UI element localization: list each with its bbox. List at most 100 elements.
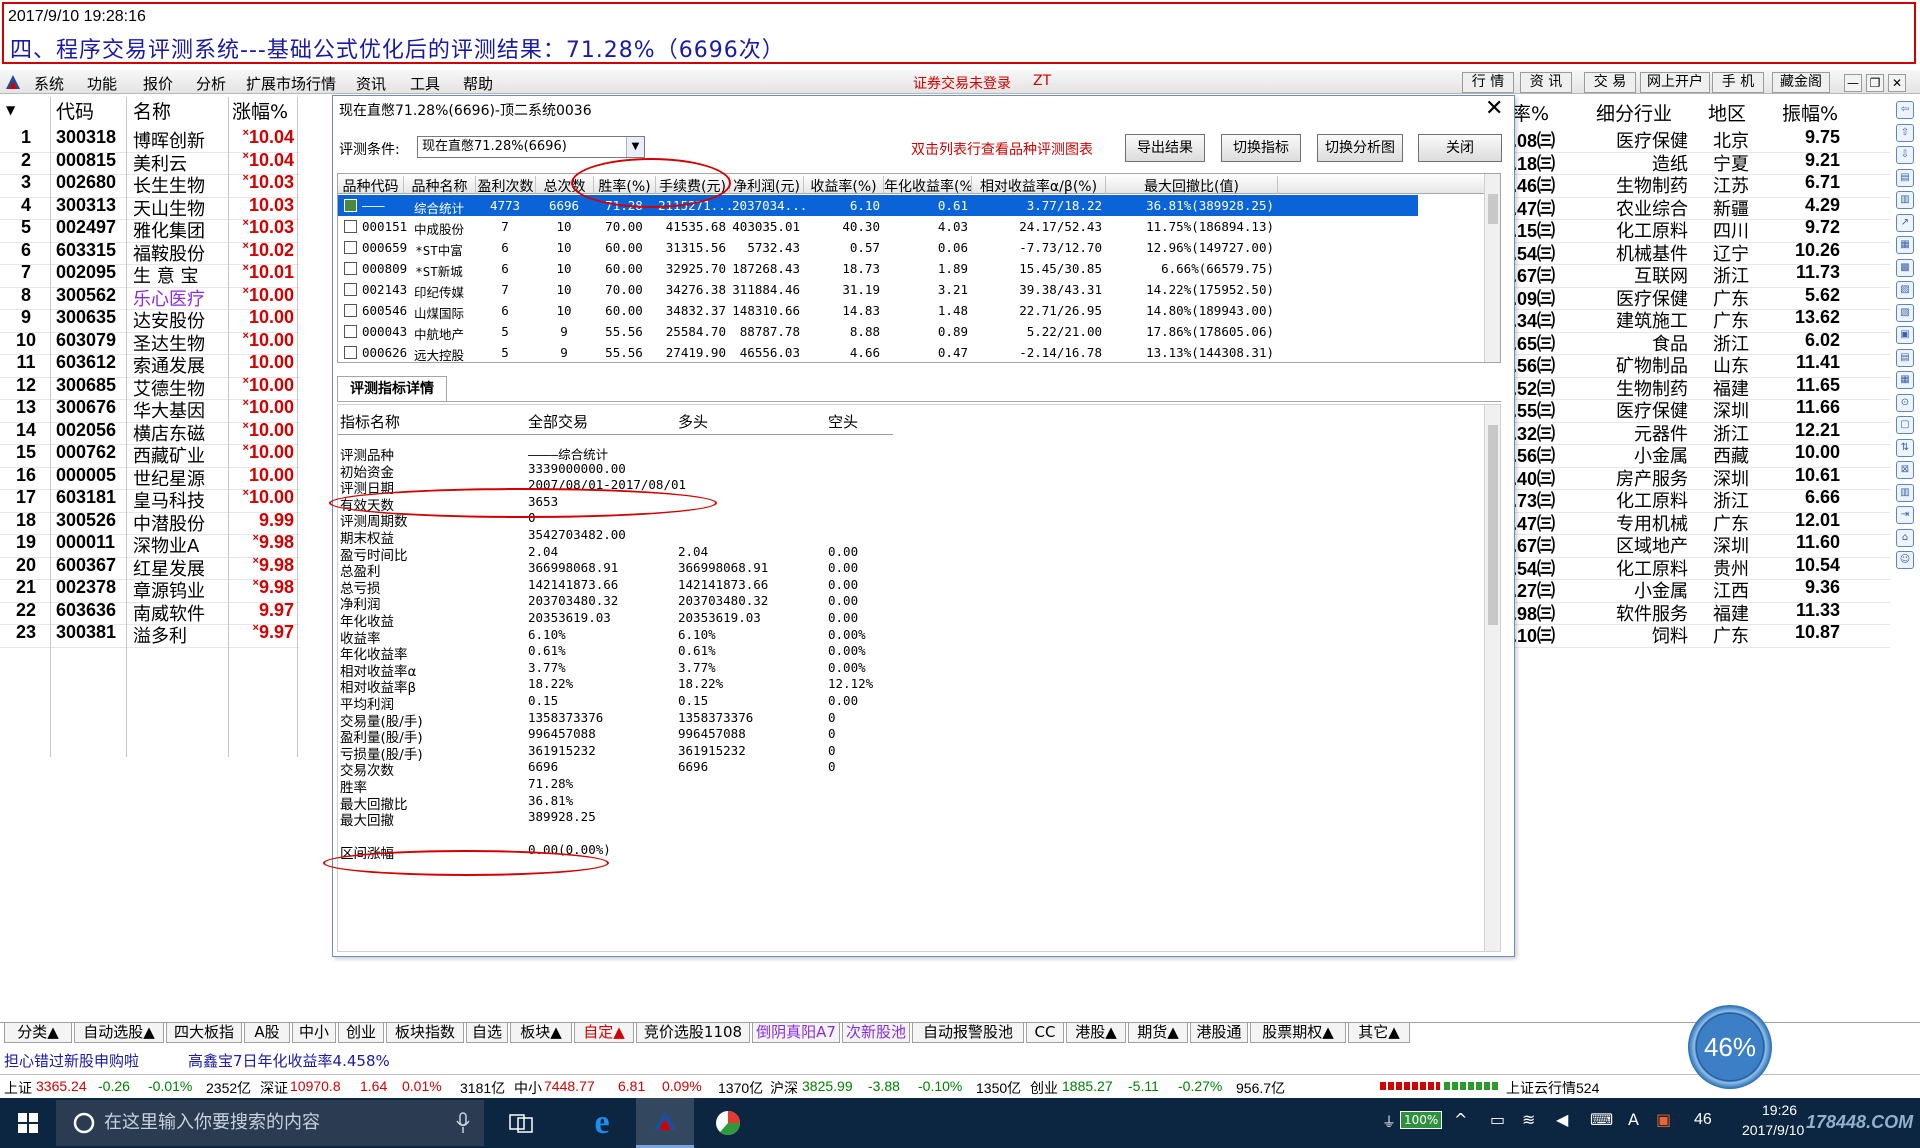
header-name[interactable]: 名称 xyxy=(133,97,171,123)
bottom-tab[interactable]: 四大板指 xyxy=(166,1023,242,1043)
close-icon[interactable]: ✕ xyxy=(1888,74,1906,92)
windows-start-icon[interactable] xyxy=(18,1113,38,1133)
header-industry[interactable]: 细分行业 xyxy=(1596,99,1672,126)
toolbar-icon[interactable]: ⌂ xyxy=(1896,528,1914,547)
toolbar-icon[interactable]: ⇥ xyxy=(1896,506,1914,524)
menu-quote[interactable]: 报价 xyxy=(143,73,173,94)
toolbar-icon[interactable]: ▦ xyxy=(1896,371,1914,389)
table-row[interactable]: 23 300381 溢多利 ×9.97 xyxy=(0,620,300,648)
clock-date[interactable]: 2017/9/10 xyxy=(1742,1122,1804,1138)
ime-icon[interactable]: A xyxy=(1628,1110,1639,1129)
chevron-up-icon[interactable]: ^ xyxy=(1454,1110,1467,1129)
results-header-cell[interactable]: 盈利次数 xyxy=(476,176,536,194)
row-checkbox[interactable] xyxy=(344,220,357,233)
restore-icon[interactable]: ❐ xyxy=(1866,74,1884,92)
header-pct[interactable]: 涨幅% xyxy=(232,97,288,123)
results-header-cell[interactable]: 年化收益率(%) xyxy=(884,176,972,194)
export-button[interactable]: 导出结果 xyxy=(1125,134,1205,162)
wps-icon[interactable] xyxy=(714,1109,742,1137)
tab-cangjinge[interactable]: 藏金阁 xyxy=(1772,72,1830,93)
bottom-tab[interactable]: 竞价选股1108 xyxy=(636,1023,750,1043)
taskbar-app-active[interactable] xyxy=(636,1098,694,1148)
toolbar-icon[interactable]: ⊙ xyxy=(1896,393,1914,412)
results-row[interactable]: 002143 印纪传媒 7 10 70.00 34276.38 311884.46 31.19… xyxy=(338,279,1482,300)
bottom-tab[interactable]: 港股▲ xyxy=(1066,1023,1126,1043)
results-scrollbar[interactable] xyxy=(1484,174,1500,362)
bottom-tab[interactable]: CC xyxy=(1026,1023,1064,1043)
speaker-icon[interactable]: ◀ xyxy=(1556,1110,1568,1129)
bottom-tab[interactable]: 板块▲ xyxy=(510,1023,572,1043)
toolbar-icon[interactable]: ⇅ xyxy=(1896,438,1914,457)
row-checkbox[interactable] xyxy=(344,325,357,338)
wifi-icon[interactable]: ≋ xyxy=(1522,1110,1535,1129)
toolbar-icon[interactable]: ▥ xyxy=(1896,483,1914,502)
toolbar-icon[interactable]: ▢ xyxy=(1896,416,1914,434)
menu-help[interactable]: 帮助 xyxy=(463,73,493,94)
condition-select[interactable]: 现在直憋71.28%(6696) ▼ xyxy=(417,136,645,158)
header-amplitude[interactable]: 振幅% xyxy=(1782,99,1838,126)
results-row[interactable]: ——— 综合统计 4773 6696 71.28 2115271... 2037034...… xyxy=(338,195,1418,216)
bottom-tab[interactable]: 自动报警股池 xyxy=(912,1023,1024,1043)
bottom-tab[interactable]: 其它▲ xyxy=(1348,1023,1410,1043)
menu-extended-market[interactable]: 扩展市场行情 xyxy=(246,73,336,94)
toolbar-icon[interactable]: ▤ xyxy=(1896,168,1914,187)
results-row[interactable]: 000809 *ST新城 6 10 60.00 32925.70 187268.43 18.7… xyxy=(338,258,1482,279)
cloud-quote[interactable]: 上证云行情524 xyxy=(1506,1078,1599,1098)
ticker-left[interactable]: 担心错过新股申购啦 xyxy=(4,1050,139,1071)
close-button[interactable]: 关闭 xyxy=(1418,134,1502,162)
toolbar-icon[interactable]: ⇩ xyxy=(1896,146,1914,164)
switch-indicator-button[interactable]: 切换指标 xyxy=(1221,134,1301,162)
row-checkbox[interactable] xyxy=(344,283,357,296)
memory-gauge[interactable]: 46% xyxy=(1688,1005,1772,1089)
bottom-tab[interactable]: 股票期权▲ xyxy=(1250,1023,1346,1043)
toolbar-icon[interactable]: ☺ xyxy=(1896,551,1914,569)
tab-open-account[interactable]: 网上开户 xyxy=(1640,72,1710,93)
row-checkbox[interactable] xyxy=(344,304,357,317)
task-view-icon[interactable] xyxy=(508,1112,534,1134)
app-tray-icon[interactable]: ▣ xyxy=(1656,1110,1671,1129)
menu-function[interactable]: 功能 xyxy=(87,73,117,94)
taskbar-search[interactable]: 在这里输入你要搜索的内容 xyxy=(56,1100,484,1146)
tab-indicator-detail[interactable]: 评测指标详情 xyxy=(337,376,447,402)
tab-market[interactable]: 行 情 xyxy=(1462,72,1514,93)
bottom-tab[interactable]: 分类▲ xyxy=(4,1023,72,1043)
clock-time[interactable]: 19:26 xyxy=(1762,1102,1797,1118)
row-checkbox[interactable] xyxy=(344,262,357,275)
switch-chart-button[interactable]: 切换分析图 xyxy=(1317,134,1403,162)
results-header-cell[interactable]: 最大回撤比(值) xyxy=(1106,176,1278,194)
results-row[interactable]: 000151 中成股份 7 10 70.00 41535.68 403035.01 40.30… xyxy=(338,216,1482,237)
bottom-tab[interactable]: 自选 xyxy=(466,1023,508,1043)
toolbar-icon[interactable]: ▧ xyxy=(1896,303,1914,322)
row-checkbox[interactable] xyxy=(344,241,357,254)
toolbar-icon[interactable]: ↗ xyxy=(1896,213,1914,232)
toolbar-icon[interactable]: ▥ xyxy=(1896,191,1914,209)
ticker-right[interactable]: 高鑫宝7日年化收益率4.458% xyxy=(188,1050,390,1071)
results-header-cell[interactable]: 净利润(元) xyxy=(730,176,804,194)
menu-news[interactable]: 资讯 xyxy=(356,73,386,94)
toolbar-icon[interactable]: ▨ xyxy=(1896,281,1914,299)
tab-mobile[interactable]: 手 机 xyxy=(1712,72,1764,93)
bottom-tab[interactable]: 期货▲ xyxy=(1128,1023,1188,1043)
minimize-icon[interactable]: — xyxy=(1844,74,1862,92)
toolbar-icon[interactable]: ▣ xyxy=(1896,326,1914,344)
results-header-cell[interactable]: 相对收益率α/β(%) xyxy=(972,176,1106,194)
microphone-icon[interactable] xyxy=(456,1112,470,1134)
bottom-tab[interactable]: 创业 xyxy=(338,1023,384,1043)
battery-icon[interactable]: ▭ xyxy=(1490,1110,1505,1129)
toolbar-icon[interactable]: ▦ xyxy=(1896,236,1914,254)
bottom-tab[interactable]: 自动选股▲ xyxy=(74,1023,164,1043)
tray-number[interactable]: 46 xyxy=(1694,1111,1712,1129)
detail-scrollbar[interactable] xyxy=(1484,405,1500,951)
results-header-cell[interactable]: 品种名称 xyxy=(404,176,476,194)
menu-analysis[interactable]: 分析 xyxy=(196,73,226,94)
bottom-tab[interactable]: A股 xyxy=(244,1023,290,1043)
bottom-tab[interactable]: 次新股池 xyxy=(842,1023,910,1043)
toolbar-icon[interactable]: ▩ xyxy=(1896,258,1914,277)
tab-news[interactable]: 资 讯 xyxy=(1520,72,1572,93)
bottom-tab[interactable]: 港股通 xyxy=(1190,1023,1248,1043)
toolbar-icon[interactable]: ⇦ xyxy=(1896,101,1914,119)
bottom-tab[interactable]: 倒阴真阳A7 xyxy=(752,1023,840,1043)
toolbar-icon[interactable]: ⇧ xyxy=(1896,123,1914,142)
header-code[interactable]: 代码 xyxy=(56,97,94,123)
results-header-cell[interactable]: 收益率(%) xyxy=(804,176,884,194)
